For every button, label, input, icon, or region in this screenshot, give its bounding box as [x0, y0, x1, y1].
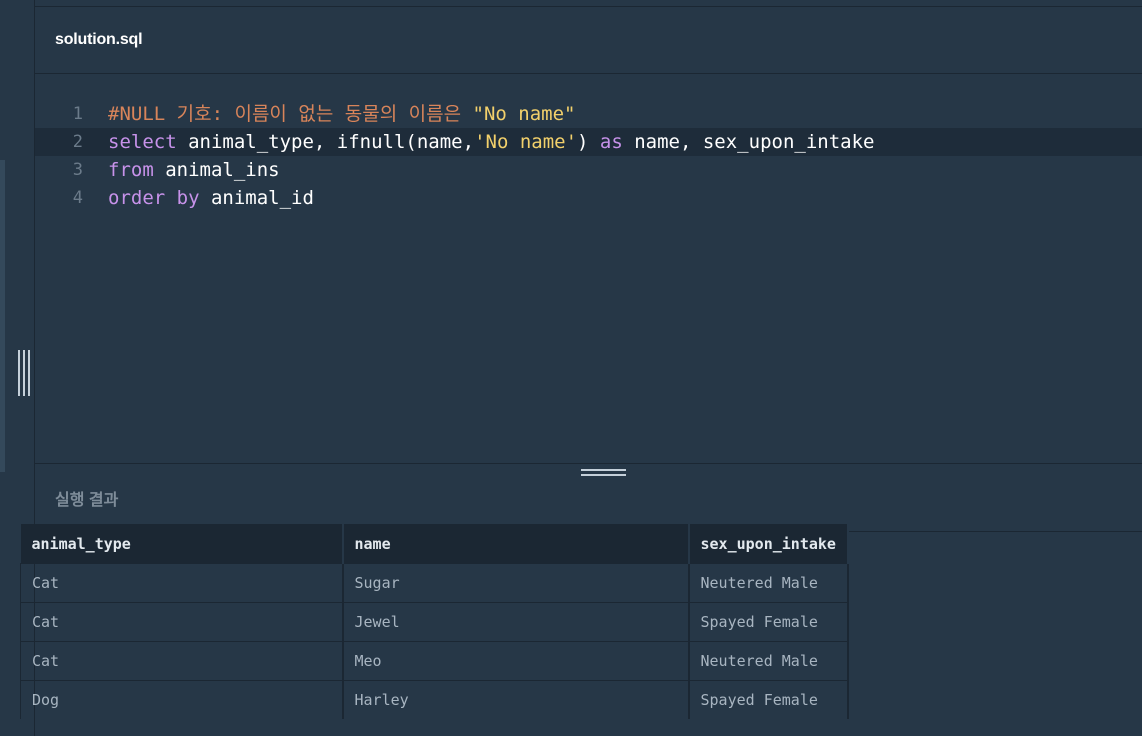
- code-token: 'No name': [474, 131, 578, 153]
- code-token: animal_id: [199, 187, 314, 209]
- results-header-row: animal_type name sex_upon_intake: [20, 524, 849, 564]
- table-cell: Cat: [20, 563, 344, 603]
- code-token: ): [577, 131, 600, 153]
- code-token: order by: [108, 187, 200, 209]
- code-line[interactable]: 2 select animal_type, ifnull(name,'No nam…: [35, 128, 1142, 156]
- left-scrollbar[interactable]: [0, 160, 5, 472]
- code-editor[interactable]: 1 #NULL 기호: 이름이 없는 동물의 이름은 "No name" 2 sele…: [35, 74, 1142, 464]
- top-border: [34, 0, 1142, 7]
- code-token: "No name": [472, 103, 576, 125]
- code-token: name, sex_upon_intake: [622, 131, 875, 153]
- line-number: 3: [72, 160, 83, 180]
- line-code[interactable]: #NULL 기호: 이름이 없는 동물의 이름은 "No name": [108, 100, 575, 128]
- code-token: select: [108, 131, 177, 153]
- vertical-resize-handle-icon[interactable]: [18, 350, 30, 396]
- results-table: animal_type name sex_upon_intake Cat Sugar N…: [20, 524, 849, 719]
- table-cell: Cat: [20, 602, 344, 642]
- code-line[interactable]: 4 order by animal_id: [35, 184, 1142, 212]
- line-code[interactable]: order by animal_id: [108, 184, 314, 212]
- table-cell: Jewel: [342, 602, 690, 642]
- table-row: Dog Harley Spayed Female: [20, 680, 849, 719]
- column-header-animal-type: animal_type: [20, 524, 344, 564]
- table-cell: Spayed Female: [688, 680, 849, 719]
- line-number: 4: [72, 188, 83, 208]
- table-cell: Harley: [342, 680, 690, 719]
- code-token: #NULL 기호: 이름이 없는 동물의 이름은: [108, 103, 473, 125]
- column-header-sex-upon-intake: sex_upon_intake: [688, 524, 849, 564]
- table-cell: Sugar: [342, 563, 690, 603]
- table-cell: Dog: [20, 680, 344, 719]
- line-code[interactable]: from animal_ins: [108, 156, 280, 184]
- results-header: 실행 결과: [35, 464, 1142, 532]
- table-row: Cat Sugar Neutered Male: [20, 563, 849, 603]
- table-cell: Neutered Male: [688, 563, 849, 603]
- table-cell: Cat: [20, 641, 344, 681]
- file-name: solution.sql: [55, 31, 143, 48]
- code-token: as: [599, 131, 623, 153]
- line-number: 2: [72, 132, 83, 152]
- column-header-name: name: [342, 524, 690, 564]
- table-cell: Neutered Male: [688, 641, 849, 681]
- table-cell: Spayed Female: [688, 602, 849, 642]
- table-cell: Meo: [342, 641, 690, 681]
- file-header: solution.sql: [35, 7, 1142, 74]
- table-row: Cat Meo Neutered Male: [20, 641, 849, 681]
- code-token: from: [108, 159, 154, 181]
- horizontal-resize-handle-icon[interactable]: [581, 469, 626, 481]
- code-token: animal_ins: [153, 159, 280, 181]
- code-line[interactable]: 3 from animal_ins: [35, 156, 1142, 184]
- line-number: 1: [72, 104, 83, 124]
- code-line[interactable]: 1 #NULL 기호: 이름이 없는 동물의 이름은 "No name": [35, 100, 1142, 128]
- code-token: animal_type, ifnull(name,: [176, 131, 475, 153]
- line-code[interactable]: select animal_type, ifnull(name,'No name…: [108, 128, 874, 156]
- table-row: Cat Jewel Spayed Female: [20, 602, 849, 642]
- results-title: 실행 결과: [55, 491, 119, 509]
